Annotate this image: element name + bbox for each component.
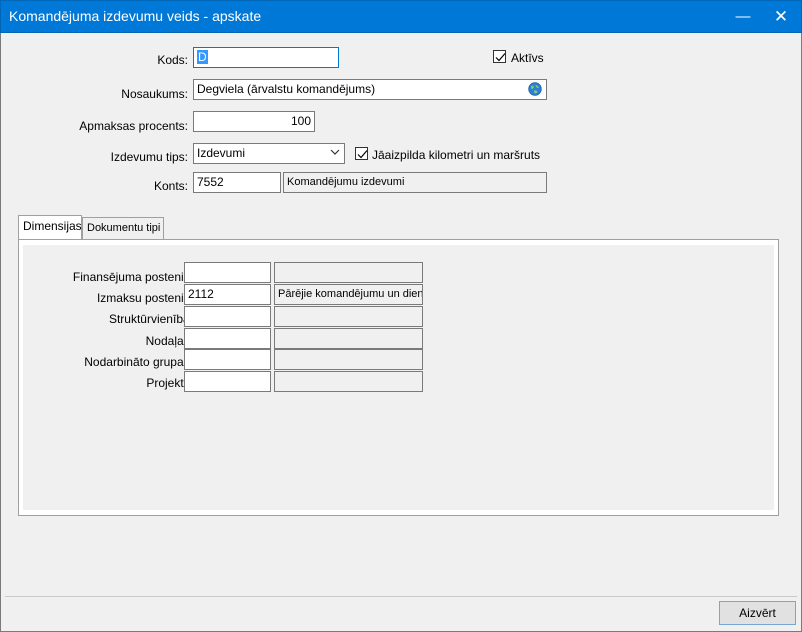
dimension-label: Nodarbināto grupas: (84, 355, 193, 369)
dimension-code: 2112 (188, 287, 214, 301)
chevron-down-icon (330, 149, 340, 155)
dimension-label: Finansējuma postenis: (72, 270, 193, 284)
tab-dimensions[interactable]: Dimensijas (18, 215, 82, 239)
name-input[interactable]: Degviela (ārvalstu komandējums) (193, 79, 547, 100)
code-label: Kods: (157, 53, 188, 67)
dimension-label: Struktūrvienība: (108, 312, 193, 326)
close-button[interactable]: Aizvērt (719, 601, 796, 625)
code-value: D (197, 50, 208, 64)
dimension-name: Pārējie komandējumu un diene (278, 288, 423, 300)
tab-document-types-label: Dokumentu tipi (87, 222, 161, 234)
dimension-name-field: Pārējie komandējumu un diene (274, 284, 423, 305)
dimension-name-field (274, 306, 423, 327)
dimension-name-field (274, 328, 423, 349)
title-bar[interactable]: Komandējuma izdevumu veids - apskate — ✕ (0, 0, 802, 33)
km-route-checkbox[interactable] (355, 147, 368, 160)
name-value: Degviela (ārvalstu komandējums) (197, 82, 376, 96)
account-name-field: Komandējumu izdevumi (283, 172, 547, 193)
expense-type-label: Izdevumu tips: (110, 150, 188, 164)
checkmark-icon (357, 150, 368, 159)
account-code-input[interactable]: 7552 (193, 172, 281, 193)
tab-control: Dimensijas Dokumentu tipi Finansējuma po… (18, 215, 779, 517)
dimension-name-field (274, 371, 423, 392)
name-label: Nosaukums: (121, 87, 188, 101)
dimension-code-input[interactable]: 2112 (184, 284, 271, 305)
dimension-code-input[interactable] (184, 328, 271, 349)
dimension-label: Projekts: (146, 376, 193, 390)
minimize-button[interactable]: — (729, 5, 757, 29)
dimension-label: Izmaksu postenis: (96, 291, 193, 305)
expense-type-value: Izdevumi (197, 146, 246, 160)
footer-divider (5, 596, 797, 597)
account-label: Konts: (153, 179, 188, 193)
dimension-label: Nodaļas: (145, 334, 193, 348)
tab-document-types[interactable]: Dokumentu tipi (82, 217, 164, 239)
dimensions-area: Finansējuma postenis: Izmaksu postenis: … (23, 245, 774, 510)
account-name-value: Komandējumu izdevumi (287, 176, 405, 188)
dimension-code-input[interactable] (184, 371, 271, 392)
dimension-code-input[interactable] (184, 349, 271, 370)
dimension-name-field (274, 262, 423, 283)
percent-label: Apmaksas procents: (79, 119, 188, 133)
km-route-label: Jāaizpilda kilometri un maršruts (372, 148, 541, 162)
account-code-value: 7552 (197, 175, 224, 189)
checkmark-icon (495, 53, 506, 62)
tab-dimensions-label: Dimensijas (23, 219, 82, 233)
dimension-code-input[interactable] (184, 306, 271, 327)
percent-input[interactable]: 100 (193, 111, 315, 132)
percent-value: 100 (290, 114, 311, 128)
dialog-body: Kods: D Aktīvs Nosaukums: Degviela (ārva… (0, 33, 802, 632)
expense-type-select[interactable]: Izdevumi (193, 143, 345, 164)
active-label: Aktīvs (511, 51, 544, 65)
active-checkbox[interactable] (493, 50, 506, 63)
window-title: Komandējuma izdevumu veids - apskate (9, 8, 262, 24)
close-window-button[interactable]: ✕ (767, 5, 795, 29)
code-input[interactable]: D (193, 47, 339, 68)
dimension-code-input[interactable] (184, 262, 271, 283)
globe-icon[interactable] (528, 82, 542, 96)
dimensions-panel: Finansējuma postenis: Izmaksu postenis: … (18, 239, 779, 516)
dimension-name-field (274, 349, 423, 370)
